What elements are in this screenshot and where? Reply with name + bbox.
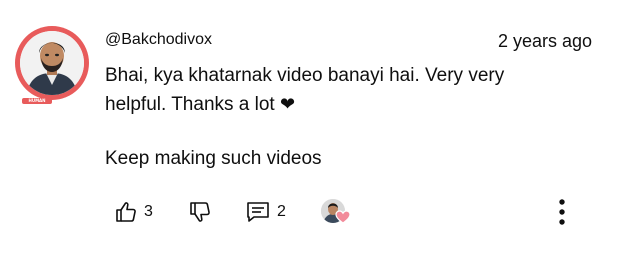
heart-emoji: ❤ [279, 94, 296, 114]
more-actions-button[interactable] [552, 196, 572, 228]
thumbs-down-icon [188, 200, 212, 224]
reply-count: 2 [277, 203, 286, 220]
comment-thread-item: HUMAN @Bakchodivox 2 years ago Bhai, kya… [0, 0, 628, 264]
author-avatar[interactable] [15, 26, 89, 100]
comment-line-3: Keep making such videos [105, 148, 322, 169]
comment-line-2: helpful. Thanks a lot [105, 94, 275, 115]
comment-icon [245, 200, 271, 224]
comment-action-bar: 3 2 [0, 196, 628, 228]
creator-heart-badge[interactable] [319, 196, 355, 228]
like-count: 3 [144, 203, 153, 220]
comment-timestamp[interactable]: 2 years ago [498, 30, 592, 52]
dislike-button[interactable] [188, 196, 212, 228]
creator-heart-icon [335, 210, 351, 224]
comment-author[interactable]: @Bakchodivox [105, 30, 212, 50]
comment-text: Bhai, kya khatarnak video banayi hai. Ve… [105, 62, 605, 173]
more-vertical-icon [559, 198, 565, 226]
avatar-caption: HUMAN [22, 98, 52, 104]
thumbs-up-icon [114, 200, 138, 224]
replies-button[interactable]: 2 [245, 196, 286, 228]
comment-line-2-wrap: helpful. Thanks a lot ❤ [105, 90, 605, 119]
like-button[interactable]: 3 [114, 196, 153, 228]
avatar-photo [20, 31, 84, 95]
comment-line-1: Bhai, kya khatarnak video banayi hai. Ve… [105, 65, 505, 86]
